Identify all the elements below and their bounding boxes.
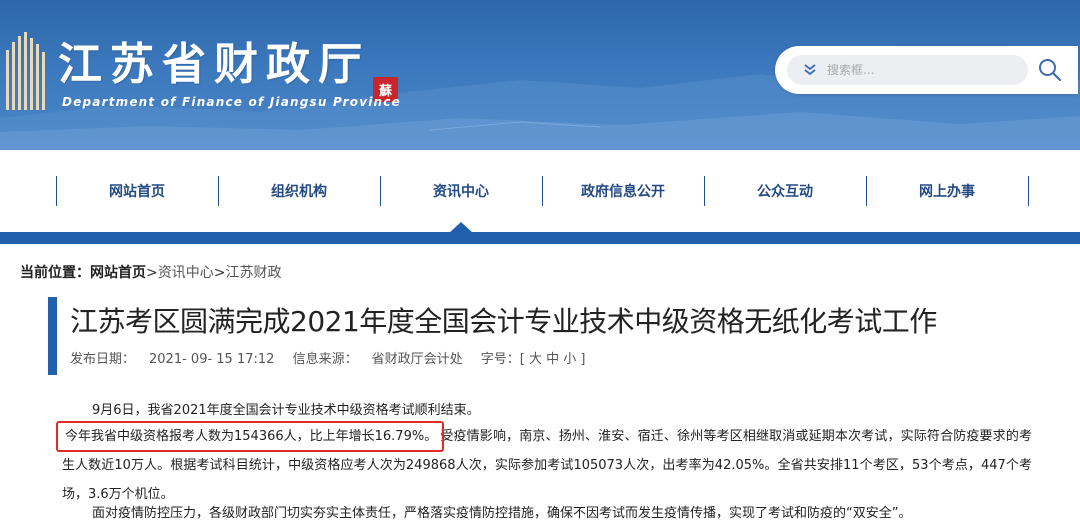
search-icon[interactable] [1037, 57, 1063, 83]
breadcrumb-home-link[interactable]: 网站首页 [90, 265, 146, 281]
nav-underline-bar [0, 232, 1080, 244]
article-accent-bar [48, 297, 57, 375]
publish-date-label: 发布日期： [70, 352, 136, 367]
breadcrumb: 当前位置：网站首页>资讯中心>江苏财政 [20, 262, 281, 282]
nav-item-online-service[interactable]: 网上办事 [866, 176, 1028, 206]
font-size-label: 字号： [480, 352, 520, 367]
building-logo-icon [6, 32, 45, 110]
double-chevron-down-icon[interactable] [803, 63, 817, 77]
site-header: 江苏省财政厅 蘇 Department of Finance of Jiangs… [0, 0, 1080, 150]
breadcrumb-label: 当前位置： [20, 265, 90, 281]
publish-date: 2021- 09- 15 17:12 [149, 352, 275, 367]
font-size-controls[interactable]: [ 大 中 小 ] [520, 352, 586, 367]
search-field-container [787, 55, 1028, 85]
nav-item-gov-info[interactable]: 政府信息公开 [542, 176, 704, 206]
article-title: 江苏考区圆满完成2021年度全国会计专业技术中级资格无纸化考试工作 [70, 305, 937, 338]
search-box [775, 46, 1078, 94]
nav-item-home[interactable]: 网站首页 [56, 176, 218, 206]
search-input[interactable] [827, 58, 1022, 82]
main-nav: 网站首页 组织机构 资讯中心 政府信息公开 公众互动 网上办事 [0, 150, 1080, 232]
breadcrumb-separator: > [213, 265, 226, 281]
article-paragraph: 面对疫情防控压力，各级财政部门切实夯实主体责任，严格落实疫情防控措施，确保不因考… [92, 506, 912, 521]
breadcrumb-news-center-link[interactable]: 资讯中心 [158, 265, 214, 281]
article-paragraph: 今年我省中级资格报考人数为154366人，比上年增长16.79%。 受疫情影响，南… [55, 421, 1032, 509]
source-value: 省财政厅会计处 [371, 352, 463, 367]
nav-item-news-center[interactable]: 资讯中心 [380, 176, 542, 206]
source-label: 信息来源： [292, 352, 358, 367]
highlighted-sentence: 今年我省中级资格报考人数为154366人，比上年增长16.79%。 [55, 421, 445, 452]
nav-divider [1028, 176, 1029, 206]
site-subtitle: Department of Finance of Jiangsu Provinc… [62, 95, 401, 109]
nav-item-organization[interactable]: 组织机构 [218, 176, 380, 206]
article-meta: 发布日期： 2021- 09- 15 17:12 信息来源： 省财政厅会计处 字号：… [70, 348, 585, 367]
breadcrumb-separator: > [146, 265, 158, 281]
site-title: 江苏省财政厅 [58, 39, 370, 90]
breadcrumb-jiangsu-finance-link[interactable]: 江苏财政 [225, 265, 281, 281]
nav-item-public-interaction[interactable]: 公众互动 [704, 176, 866, 206]
